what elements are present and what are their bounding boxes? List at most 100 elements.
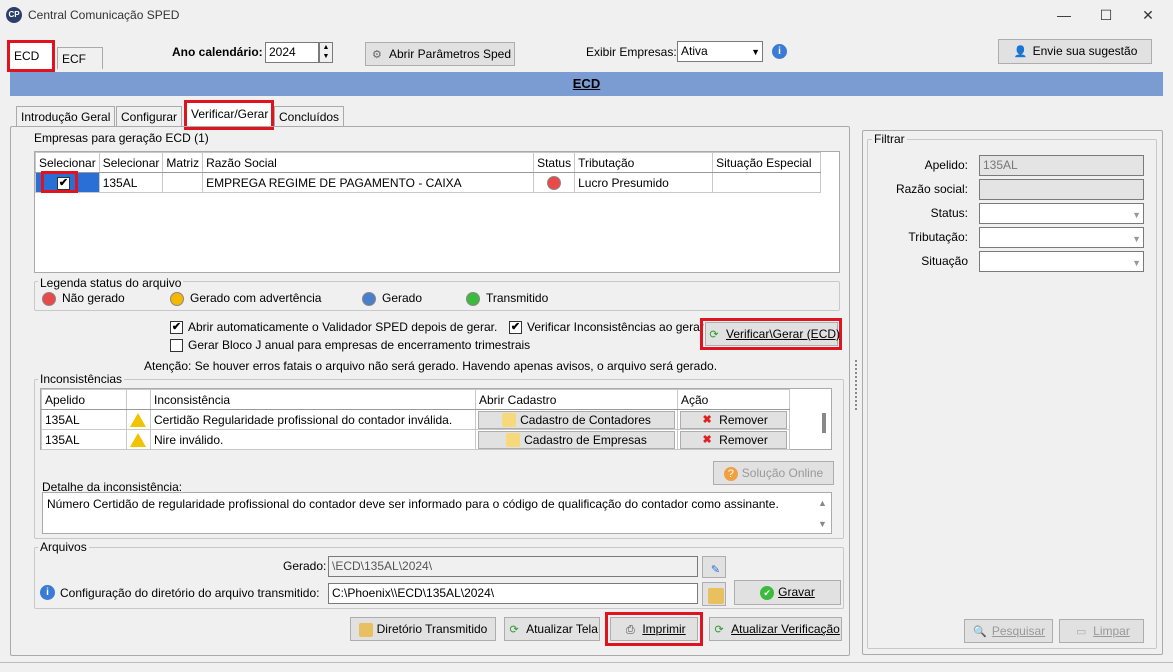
col-selecionar[interactable]: Selecionar	[35, 152, 100, 173]
imprimir-button[interactable]: ⎙ Imprimir	[610, 617, 698, 641]
incons-header-row: Apelido Inconsistência Abrir Cadastro Aç…	[41, 389, 790, 410]
col-tributacao[interactable]: Tributação	[574, 152, 714, 173]
inc-apelido-cell: 135AL	[41, 409, 127, 430]
tab-introducao-geral[interactable]: Introdução Geral	[16, 106, 116, 126]
col-apelido[interactable]: Selecionar	[98, 152, 164, 173]
chevron-down-icon: ▼	[751, 47, 760, 57]
inc-text-cell: Nire inválido.	[150, 429, 476, 450]
remove-icon: ✖	[702, 434, 712, 447]
tab-configurar[interactable]: Configurar	[116, 106, 183, 126]
chevron-down-icon: ▼	[1132, 258, 1141, 268]
exibir-select[interactable]: Ativa ▼	[677, 41, 763, 62]
limpar-button[interactable]: ▭ Limpar	[1059, 619, 1144, 643]
inconsistencias-grid[interactable]: Apelido Inconsistência Abrir Cadastro Aç…	[40, 388, 832, 450]
col-abrir-cadastro[interactable]: Abrir Cadastro	[475, 389, 678, 410]
abrir-parametros-button[interactable]: ⚙ Abrir Parâmetros Sped	[365, 42, 515, 66]
empresas-grid[interactable]: Selecionar Selecionar Matriz Razão Socia…	[34, 151, 840, 273]
section-banner: ECD	[10, 72, 1163, 96]
app-icon: CP	[6, 7, 22, 23]
remove-icon: ✖	[702, 414, 712, 427]
splitter-handle[interactable]	[855, 360, 858, 410]
tab-ecd[interactable]: ECD	[7, 40, 55, 72]
grid-scrollbar[interactable]	[822, 413, 826, 433]
tab-introducao-label: Introdução Geral	[21, 110, 111, 124]
scroll-up-icon[interactable]: ▲	[818, 498, 827, 508]
razao-social-label: Razão social:	[895, 182, 968, 196]
situacao-select[interactable]: ▼	[979, 251, 1144, 272]
inc-text-cell: Certidão Regularidade profissional do co…	[150, 409, 476, 430]
verificar-incons-option[interactable]: ✔ Verificar Inconsistências ao gerar	[509, 320, 704, 335]
minimize-button[interactable]: —	[1050, 4, 1078, 26]
gerado-input[interactable]: \ECD\135AL\2024\	[328, 556, 698, 577]
col-matriz[interactable]: Matriz	[162, 152, 204, 173]
info-icon[interactable]: i	[772, 44, 787, 59]
ano-spinner[interactable]: ▲ ▼	[319, 42, 333, 63]
status-cell	[533, 172, 576, 193]
col-inconsistencia[interactable]: Inconsistência	[150, 389, 476, 410]
exibir-value: Ativa	[681, 44, 708, 58]
situacao-label: Situação	[921, 254, 968, 268]
gravar-button[interactable]: ✔ Gravar	[734, 580, 841, 605]
status-red-icon	[547, 175, 562, 190]
remover-button[interactable]: ✖ Remover	[680, 410, 787, 429]
abrir-validador-checkbox[interactable]: ✔	[170, 321, 183, 335]
cadastro-empresas-button[interactable]: Cadastro de Empresas	[478, 430, 675, 449]
tab-ecf[interactable]: ECF	[57, 47, 103, 69]
close-button[interactable]: ✕	[1134, 4, 1162, 26]
remover-button[interactable]: ✖ Remover	[680, 430, 787, 449]
col-status[interactable]: Status	[533, 152, 576, 173]
ano-input[interactable]: 2024	[265, 42, 319, 63]
folder-button[interactable]	[702, 582, 726, 606]
info-icon[interactable]: i	[40, 585, 55, 600]
envie-sugestao-label: Envie sua sugestão	[1032, 44, 1138, 58]
detalhe-textarea[interactable]: Número Certidão de regularidade profissi…	[42, 492, 832, 534]
tab-concluidos[interactable]: Concluídos	[274, 106, 345, 126]
eraser-icon: ▭	[1075, 625, 1087, 638]
tab-concluidos-label: Concluídos	[279, 110, 340, 124]
table-row[interactable]: ✔ 135AL EMPREGA REGIME DE PAGAMENTO - CA…	[35, 172, 822, 193]
search-icon: 🔍	[972, 625, 987, 638]
maximize-button[interactable]: ☐	[1092, 4, 1120, 26]
diretorio-transmitido-button[interactable]: Diretório Transmitido	[350, 617, 496, 641]
verificar-incons-checkbox[interactable]: ✔	[509, 321, 522, 335]
gerado-label: Gerado:	[283, 559, 327, 573]
col-acao[interactable]: Ação	[677, 389, 790, 410]
gerar-bloco-label: Gerar Bloco J anual para empresas de enc…	[188, 338, 531, 352]
empresas-group-label: Empresas para geração ECD (1)	[32, 131, 211, 145]
tributacao-select[interactable]: ▼	[979, 227, 1144, 248]
col-razao-social[interactable]: Razão Social	[202, 152, 535, 173]
remover-label: Remover	[719, 412, 768, 427]
atualizar-tela-button[interactable]: ⟳ Atualizar Tela	[504, 617, 600, 641]
gerar-bloco-checkbox[interactable]	[170, 339, 183, 353]
warning-icon	[130, 412, 146, 427]
abrir-validador-option[interactable]: ✔ Abrir automaticamente o Validador SPED …	[170, 320, 497, 335]
apelido-cell: 135AL	[98, 172, 164, 193]
folder-icon	[358, 622, 373, 637]
warning-icon	[130, 432, 146, 447]
config-input[interactable]: C:\Phoenix\\ECD\135AL\2024\	[328, 583, 698, 604]
cadastro-contadores-label: Cadastro de Contadores	[520, 412, 651, 427]
inconsistencias-label: Inconsistências	[38, 372, 125, 386]
gerar-bloco-option[interactable]: Gerar Bloco J anual para empresas de enc…	[170, 338, 531, 353]
gravar-label: Gravar	[778, 585, 815, 599]
table-row[interactable]: 135AL Certidão Regularidade profissional…	[41, 409, 790, 430]
envie-sugestao-button[interactable]: 👤 Envie sua sugestão	[998, 39, 1152, 64]
verificar-gerar-button[interactable]: ⟳ Verificar\Gerar (ECD)	[705, 322, 840, 346]
solucao-online-button[interactable]: ? Solução Online	[713, 461, 834, 485]
gerado-edit-button[interactable]: ✎	[702, 556, 726, 578]
status-select[interactable]: ▼	[979, 203, 1144, 224]
tributacao-cell: Lucro Presumido	[574, 172, 714, 193]
razao-social-input[interactable]	[979, 179, 1144, 200]
cadastro-contadores-button[interactable]: Cadastro de Contadores	[478, 410, 675, 429]
form-icon	[506, 433, 521, 448]
atualizar-verificacao-button[interactable]: ⟳ Atualizar Verificação	[709, 617, 842, 641]
legend-nao-gerado: Não gerado	[42, 291, 125, 306]
scroll-down-icon[interactable]: ▼	[818, 519, 827, 529]
solucao-online-label: Solução Online	[741, 466, 824, 480]
table-row[interactable]: 135AL Nire inválido. Cadastro de Empresa…	[41, 429, 790, 450]
col-situacao-especial[interactable]: Situação Especial	[712, 152, 822, 173]
col-inc-apelido[interactable]: Apelido	[41, 389, 127, 410]
apelido-label: Apelido:	[924, 158, 968, 172]
apelido-input[interactable]: 135AL	[979, 155, 1144, 176]
pesquisar-button[interactable]: 🔍 Pesquisar	[964, 619, 1053, 643]
